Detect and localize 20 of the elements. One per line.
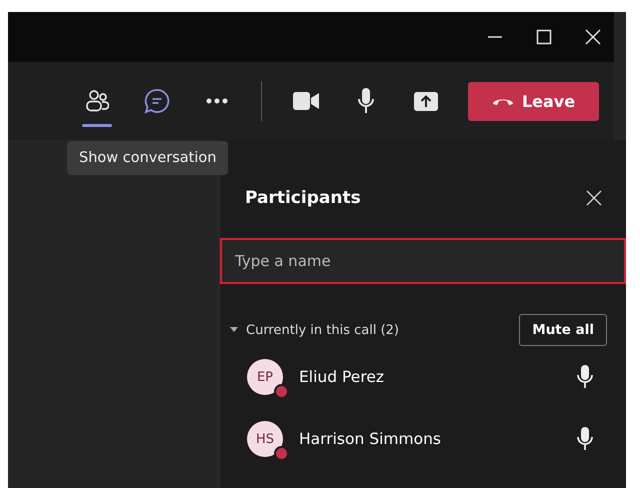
microphone-icon[interactable] [358,88,374,114]
close-icon[interactable] [586,190,602,206]
caret-icon[interactable] [230,327,238,333]
chat-icon[interactable] [144,88,170,114]
participant-name: Eliud Perez [299,368,386,386]
section-header[interactable]: Currently in this call (2) [246,322,520,338]
maximize-icon[interactable] [536,29,552,45]
mute-all-button[interactable]: Mute all [519,314,607,346]
avatar: HS [247,421,283,457]
close-icon[interactable] [585,29,601,45]
panel-title: Participants [245,188,361,208]
tooltip: Show conversation [67,141,228,175]
share-screen-icon[interactable] [414,92,438,110]
leave-button[interactable]: Leave [468,82,599,120]
camera-icon[interactable] [293,92,319,110]
avatar: EP [247,359,283,395]
people-icon[interactable] [85,89,109,113]
more-icon[interactable] [206,98,228,104]
search-field[interactable]: Type a name [220,238,626,284]
participant-name: Harrison Simmons [299,430,442,448]
